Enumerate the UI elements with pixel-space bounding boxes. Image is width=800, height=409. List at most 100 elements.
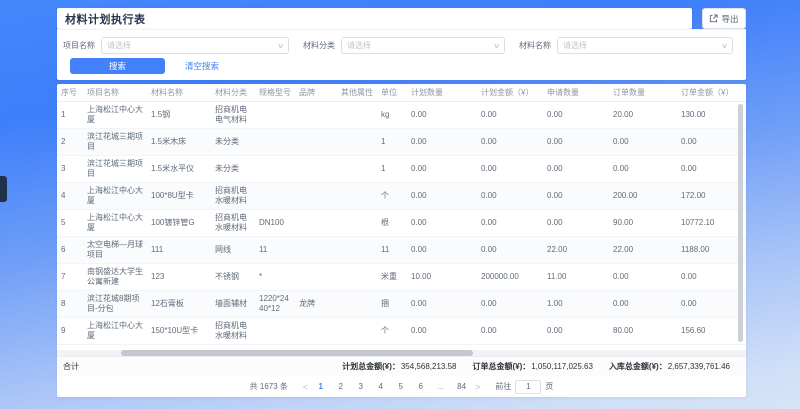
page-button[interactable]: 2	[337, 382, 344, 391]
table-cell: 上海松江中心大厦	[83, 183, 147, 209]
table-cell	[295, 102, 337, 128]
table-cell: 9	[57, 318, 83, 344]
table-cell: 1.00	[543, 291, 609, 317]
table-cell-text: 招商机电 水暖材料	[215, 186, 251, 207]
table-cell-text: 根	[381, 218, 389, 228]
page-button[interactable]: 4	[377, 382, 384, 391]
table-cell: 0.00	[477, 291, 543, 317]
table-cell-text: 不锈钢	[215, 272, 239, 282]
next-page-icon[interactable]: >	[473, 382, 482, 392]
table-cell: 156.60	[677, 318, 737, 344]
table-header-cell: 单位	[377, 87, 407, 98]
table-cell: 墙面辅材	[211, 291, 255, 317]
filter-field: 项目名称请选择∨	[63, 37, 303, 54]
filter-placeholder: 请选择	[563, 40, 722, 51]
table-cell-text: 12石膏板	[151, 299, 184, 309]
summary-item-value: 2,657,339,761.46	[668, 362, 730, 371]
table-cell-text: 网线	[215, 245, 231, 255]
table-cell-text: 1	[381, 164, 385, 174]
page-button[interactable]: 5	[397, 382, 404, 391]
table-cell: 0.00	[609, 291, 677, 317]
table-row: 8滨江花城8期项目-分包12石膏板墙面辅材1220*2440*12龙牌捆0.00…	[57, 291, 746, 318]
table-cell: 0.00	[407, 237, 477, 263]
table-cell-text: 捆	[381, 299, 389, 309]
clear-search-link[interactable]: 清空搜索	[185, 60, 219, 72]
table-cell: 未分类	[211, 156, 255, 182]
summary-total-label: 合计	[57, 361, 79, 372]
filter-row: 项目名称请选择∨材料分类请选择∨材料名称请选择∨	[63, 37, 733, 54]
prev-page-icon[interactable]: <	[301, 382, 310, 392]
table-cell-text: 0.00	[681, 272, 697, 282]
table-cell: 不锈钢	[211, 264, 255, 290]
table-cell-text: 招商机电 水暖材料	[215, 321, 251, 342]
table-header-cell: 订单数量	[609, 87, 677, 98]
table-cell-text: 0.00	[411, 245, 427, 255]
summary-row: 合计 计划总金额(¥)：354,568,213.58 订单总金额(¥)：1,050…	[57, 356, 746, 376]
summary-item-value: 1,050,117,025.63	[531, 362, 593, 371]
table-cell	[337, 183, 377, 209]
table-cell-text: 8	[61, 299, 65, 309]
sidebar-collapse-handle[interactable]	[0, 176, 7, 202]
table-cell: 0.00	[407, 291, 477, 317]
summary-item: 计划总金额(¥)：354,568,213.58	[342, 361, 456, 372]
search-button[interactable]: 搜索	[70, 58, 165, 74]
filter-select[interactable]: 请选择∨	[101, 37, 289, 54]
table-cell-text: 0.00	[547, 110, 563, 120]
page-button[interactable]: 6	[417, 382, 424, 391]
table-cell: 10772.10	[677, 210, 737, 236]
table-cell: 0.00	[543, 183, 609, 209]
filter-select[interactable]: 请选择∨	[557, 37, 733, 54]
table-cell-text: 未分类	[215, 137, 239, 147]
summary-item-label: 订单总金额(¥)：	[472, 362, 530, 371]
table-cell: 龙牌	[295, 291, 337, 317]
table-cell-text: 0.00	[481, 218, 497, 228]
page-jump-input[interactable]	[515, 380, 541, 394]
table-cell: 0.00	[677, 156, 737, 182]
table-row: 4上海松江中心大厦100*8U型卡招商机电 水暖材料个0.000.000.002…	[57, 183, 746, 210]
summary-item: 入库总金额(¥)：2,657,339,761.46	[609, 361, 730, 372]
filter-select[interactable]: 请选择∨	[341, 37, 505, 54]
table-cell-text: 0.00	[481, 245, 497, 255]
page-button[interactable]: 1	[317, 382, 324, 391]
table-cell-text: 1.5米水平仪	[151, 164, 194, 174]
table-cell-text: 20.00	[613, 110, 633, 120]
table-cell: 上海松江中心大厦	[83, 102, 147, 128]
page: 材料计划执行表 导出 项目名称请选择∨材料分类请选择∨材料名称请选择∨ 搜索 清…	[0, 0, 800, 409]
table-cell-text: 0.00	[481, 191, 497, 201]
table-cell	[295, 237, 337, 263]
chevron-down-icon: ∨	[277, 42, 284, 50]
table-cell: 滨江花城三期项目	[83, 156, 147, 182]
table-cell-text: 0.00	[613, 164, 629, 174]
page-button[interactable]: 84	[457, 382, 466, 391]
export-button[interactable]: 导出	[702, 8, 746, 29]
table-cell-text: 太空电梯—月球项目	[87, 240, 143, 261]
table-cell: 捆	[377, 291, 407, 317]
table-cell: 90.00	[609, 210, 677, 236]
table-cell-text: 1	[61, 110, 65, 120]
pagination-total: 共 1673 条	[250, 381, 288, 392]
table-cell: 上海松江中心大厦	[83, 318, 147, 344]
filter-placeholder: 请选择	[347, 40, 494, 51]
table-cell-text: 未分类	[215, 164, 239, 174]
table-cell: 1.5钢	[147, 102, 211, 128]
table-cell-text: 1	[381, 137, 385, 147]
table-cell: 0.00	[407, 156, 477, 182]
table-header-cell: 规格型号	[255, 87, 295, 98]
table-cell: 0.00	[477, 318, 543, 344]
table-cell	[337, 129, 377, 155]
table-cell: 根	[377, 210, 407, 236]
table-cell: 0.00	[477, 156, 543, 182]
table-cell: 1188.00	[677, 237, 737, 263]
table-cell: 8	[57, 291, 83, 317]
jump-suffix-label: 页	[545, 381, 553, 392]
vertical-scrollbar-thumb[interactable]	[738, 104, 743, 342]
table-cell-text: 0.00	[547, 191, 563, 201]
table-cell-text: 0.00	[681, 299, 697, 309]
table-cell: 5	[57, 210, 83, 236]
table-cell: 0.00	[543, 318, 609, 344]
page-button[interactable]: 3	[357, 382, 364, 391]
table-cell-text: 5	[61, 218, 65, 228]
table-cell: 20.00	[609, 102, 677, 128]
table-cell-text: 2	[61, 137, 65, 147]
table-cell: 太空电梯—月球项目	[83, 237, 147, 263]
